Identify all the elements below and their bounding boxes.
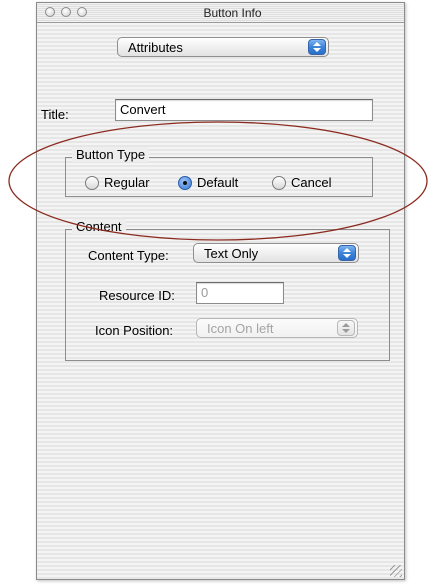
resource-id-label: Resource ID: (99, 288, 175, 303)
radio-default[interactable] (178, 176, 192, 190)
content-type-label: Content Type: (88, 248, 169, 263)
resize-grip-icon[interactable] (390, 565, 402, 577)
title-field[interactable]: Convert (115, 99, 373, 121)
icon-position-popup: Icon On left (196, 318, 358, 338)
pane-selector-value: Attributes (128, 40, 183, 55)
title-bar[interactable]: Button Info (37, 3, 404, 23)
title-label: Title: (41, 107, 69, 122)
pane-selector-popup[interactable]: Attributes (117, 37, 329, 57)
radio-regular[interactable] (85, 176, 99, 190)
inspector-window: Button Info Attributes Title: Convert Bu… (36, 2, 405, 580)
button-type-group-label: Button Type (72, 147, 150, 162)
content-type-popup[interactable]: Text Only (193, 243, 359, 263)
resource-id-field[interactable]: 0 (196, 282, 284, 304)
icon-position-label: Icon Position: (95, 323, 174, 338)
popup-arrows-icon (337, 320, 355, 336)
content-group-label: Content (72, 219, 126, 234)
popup-arrows-icon (308, 39, 326, 55)
radio-default-label[interactable]: Default (197, 175, 238, 190)
icon-position-value: Icon On left (207, 321, 274, 336)
radio-cancel[interactable] (272, 176, 286, 190)
content-type-value: Text Only (204, 246, 259, 261)
radio-regular-label[interactable]: Regular (104, 175, 150, 190)
radio-cancel-label[interactable]: Cancel (291, 175, 331, 190)
window-title: Button Info (203, 6, 262, 20)
popup-arrows-icon (338, 245, 356, 261)
